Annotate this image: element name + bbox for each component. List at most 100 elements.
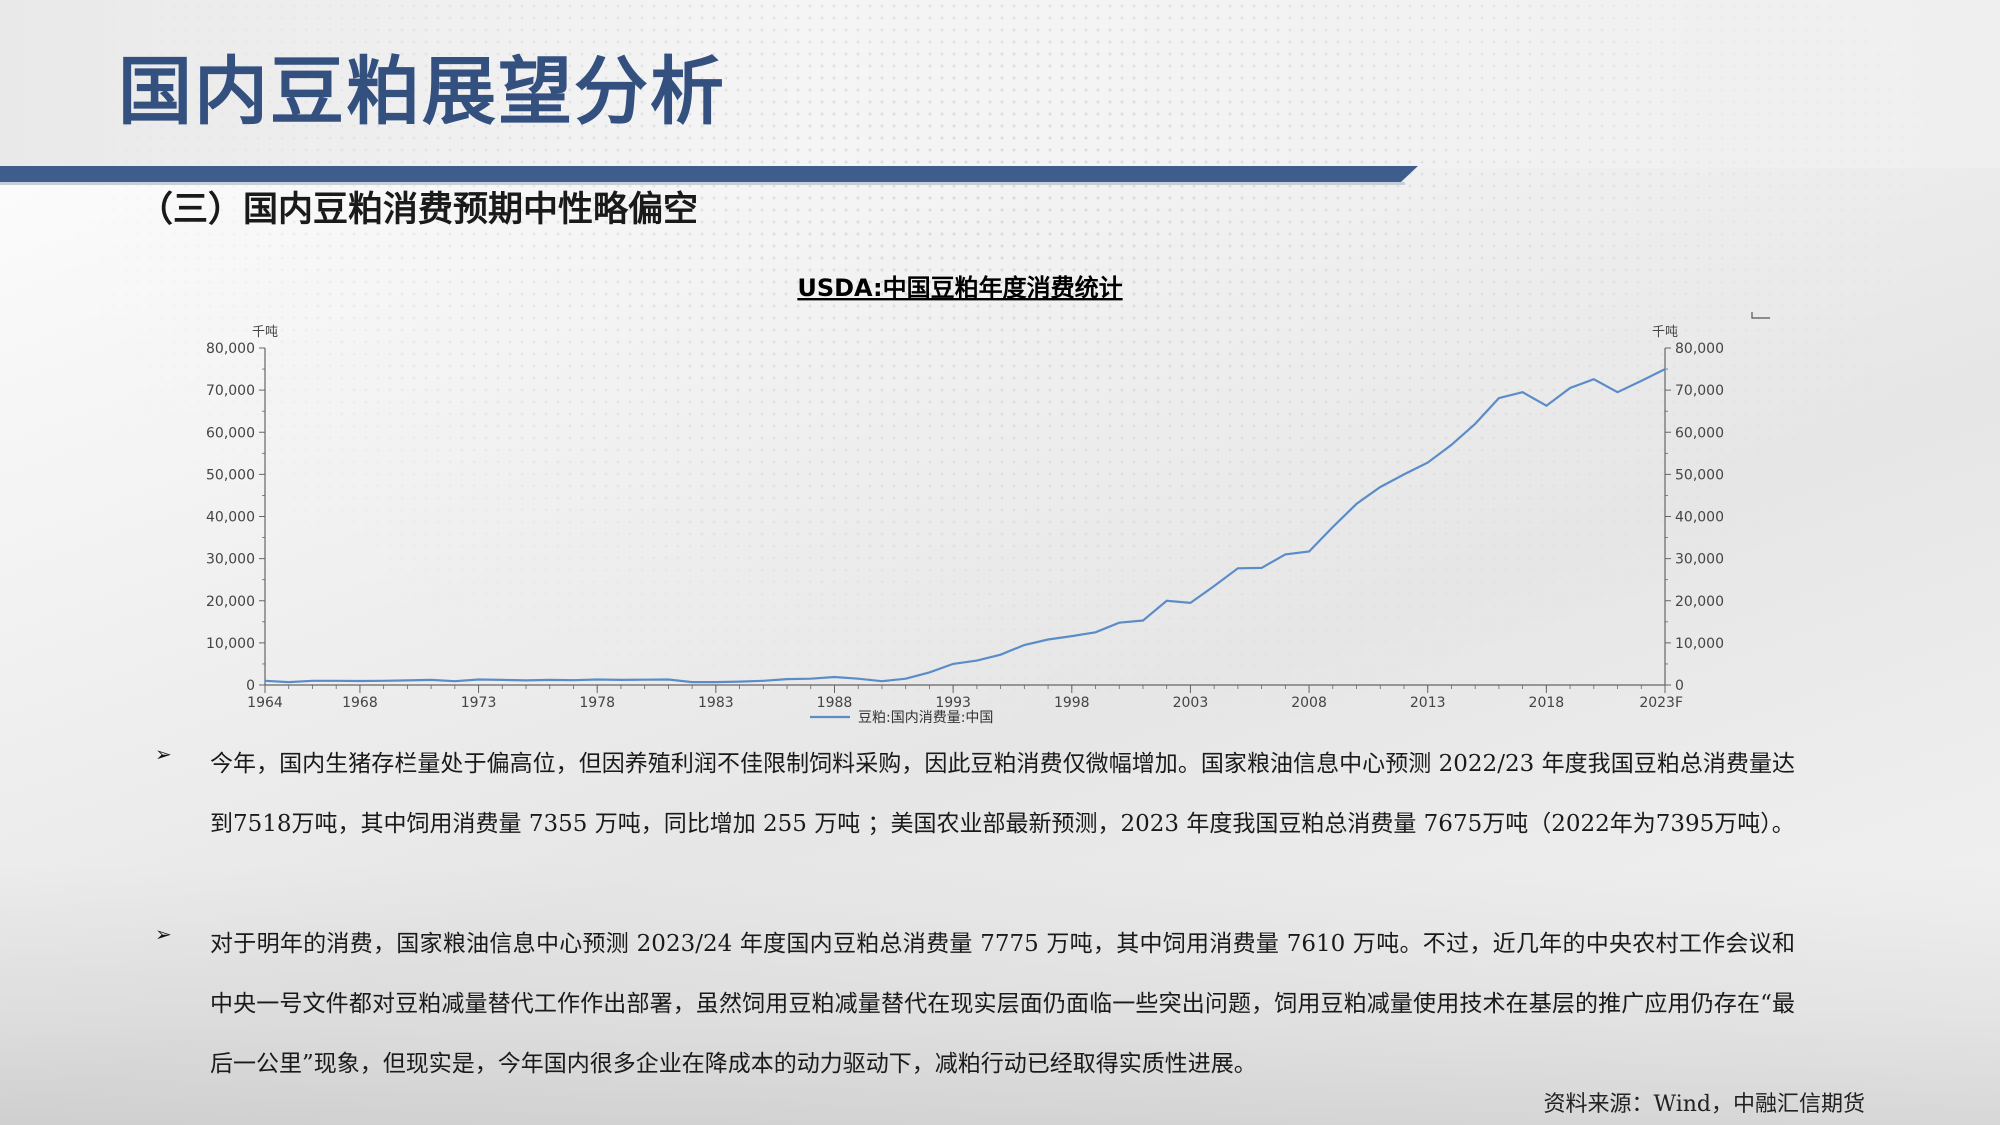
y-tick-label-right: 10,000	[1675, 636, 1724, 652]
y-tick-label-left: 20,000	[206, 594, 255, 610]
x-tick-label: 2003	[1173, 695, 1209, 711]
y-tick-label-right: 50,000	[1675, 467, 1724, 483]
bullet-text: 对于明年的消费，国家粮油信息中心预测 2023/24 年度国内豆粕总消费量 77…	[210, 931, 1795, 1077]
data-point	[1331, 526, 1334, 528]
data-point	[1521, 391, 1524, 394]
data-point	[1070, 635, 1073, 637]
x-tick-label: 1983	[698, 695, 734, 711]
data-point	[1308, 550, 1310, 553]
data-point	[501, 679, 504, 681]
data-point	[691, 681, 693, 683]
series-line	[264, 368, 1666, 684]
y-unit-left: 千吨	[252, 325, 278, 340]
data-point	[1047, 638, 1049, 641]
data-point	[928, 671, 931, 674]
y-tick-label-left: 10,000	[206, 636, 255, 652]
data-point	[1165, 599, 1168, 602]
y-tick-label-right: 30,000	[1675, 552, 1724, 568]
data-point	[1142, 619, 1144, 622]
y-tick-label-left: 50,000	[206, 467, 255, 483]
data-point	[335, 679, 337, 682]
x-tick-label: 1988	[817, 695, 853, 711]
y-tick-label-left: 60,000	[206, 425, 255, 441]
x-tick-label: 1968	[342, 695, 378, 711]
data-point	[287, 681, 290, 683]
data-point	[1426, 461, 1429, 464]
data-point	[762, 679, 765, 682]
data-source-note: 资料来源：Wind，中融汇信期货	[1543, 1092, 1865, 1117]
data-point	[881, 680, 883, 683]
x-tick-label: 1993	[935, 695, 971, 711]
chart-title: USDA:中国豆粕年度消费统计	[797, 274, 1122, 302]
data-point	[833, 676, 836, 678]
data-point	[952, 663, 954, 665]
page-title: 国内豆粕展望分析	[118, 49, 726, 135]
data-point	[1118, 621, 1121, 624]
data-point	[1474, 423, 1476, 425]
data-point	[596, 678, 599, 681]
y-tick-label-right: 70,000	[1675, 383, 1724, 399]
consumption-line-chart: USDA:中国豆粕年度消费统计 千吨 千吨 0 0 10,000 10,000 20,0…	[206, 274, 1770, 726]
data-point	[1498, 397, 1500, 399]
data-point	[715, 681, 717, 683]
data-point	[1189, 602, 1192, 604]
section-subtitle: （三）国内豆粕消费预期中性略偏空	[138, 190, 699, 230]
data-point	[904, 677, 907, 680]
y-unit-right: 千吨	[1652, 325, 1678, 340]
data-point	[1213, 585, 1215, 587]
x-tick-label: 2008	[1291, 695, 1327, 711]
y-tick-label-right: 80,000	[1675, 341, 1724, 357]
data-point	[999, 653, 1002, 656]
data-point	[311, 679, 314, 682]
x-tick-label: 2013	[1410, 695, 1446, 711]
data-point	[1237, 567, 1239, 570]
data-point	[1355, 503, 1358, 505]
data-point	[786, 678, 788, 680]
data-point	[1545, 404, 1548, 407]
data-point	[738, 680, 741, 683]
arrow-bullet-icon: ➢	[155, 922, 172, 946]
data-point	[976, 659, 978, 662]
data-point	[572, 679, 575, 681]
data-point	[1664, 368, 1666, 370]
title-underline-bar	[0, 166, 1418, 182]
data-point	[525, 679, 527, 682]
x-tick-label: 1978	[579, 695, 615, 711]
x-tick-label: 2018	[1529, 695, 1565, 711]
x-tick-label: 1998	[1054, 695, 1090, 711]
data-point	[430, 679, 432, 681]
y-tick-label-right: 0	[1675, 678, 1684, 694]
data-point	[548, 679, 551, 681]
data-point	[809, 677, 812, 680]
data-point	[454, 680, 456, 683]
legend-label: 豆粕:国内消费量:中国	[858, 710, 993, 726]
data-point	[359, 680, 361, 682]
data-point	[1023, 644, 1026, 646]
data-point	[620, 679, 622, 681]
arrow-bullet-icon: ➢	[155, 742, 172, 766]
data-point	[643, 678, 646, 681]
x-tick-label: 1973	[461, 695, 497, 711]
y-tick-label-right: 60,000	[1675, 425, 1724, 441]
bullet-item-2: ➢ 对于明年的消费，国家粮油信息中心预测 2023/24 年度国内豆粕总消费量 …	[155, 914, 1795, 1094]
data-point	[857, 677, 860, 680]
data-point	[667, 678, 670, 681]
x-tick-label: 1964	[247, 695, 283, 711]
data-point	[1260, 567, 1263, 569]
y-tick-label-left: 30,000	[206, 552, 255, 568]
data-point	[382, 679, 385, 682]
data-point	[1379, 486, 1382, 488]
y-tick-label-left: 0	[246, 678, 255, 694]
y-tick-label-left: 40,000	[206, 510, 255, 526]
data-point	[1094, 631, 1097, 634]
corner-mark	[1751, 312, 1770, 319]
y-tick-label-left: 70,000	[206, 383, 255, 399]
title-underline-shadow	[0, 182, 1405, 185]
y-tick-label-right: 20,000	[1675, 594, 1724, 610]
data-point	[406, 679, 409, 682]
data-point	[1640, 380, 1643, 382]
data-point	[1450, 444, 1453, 446]
data-point	[1593, 378, 1595, 380]
data-point	[1616, 391, 1619, 394]
data-point	[477, 678, 480, 681]
